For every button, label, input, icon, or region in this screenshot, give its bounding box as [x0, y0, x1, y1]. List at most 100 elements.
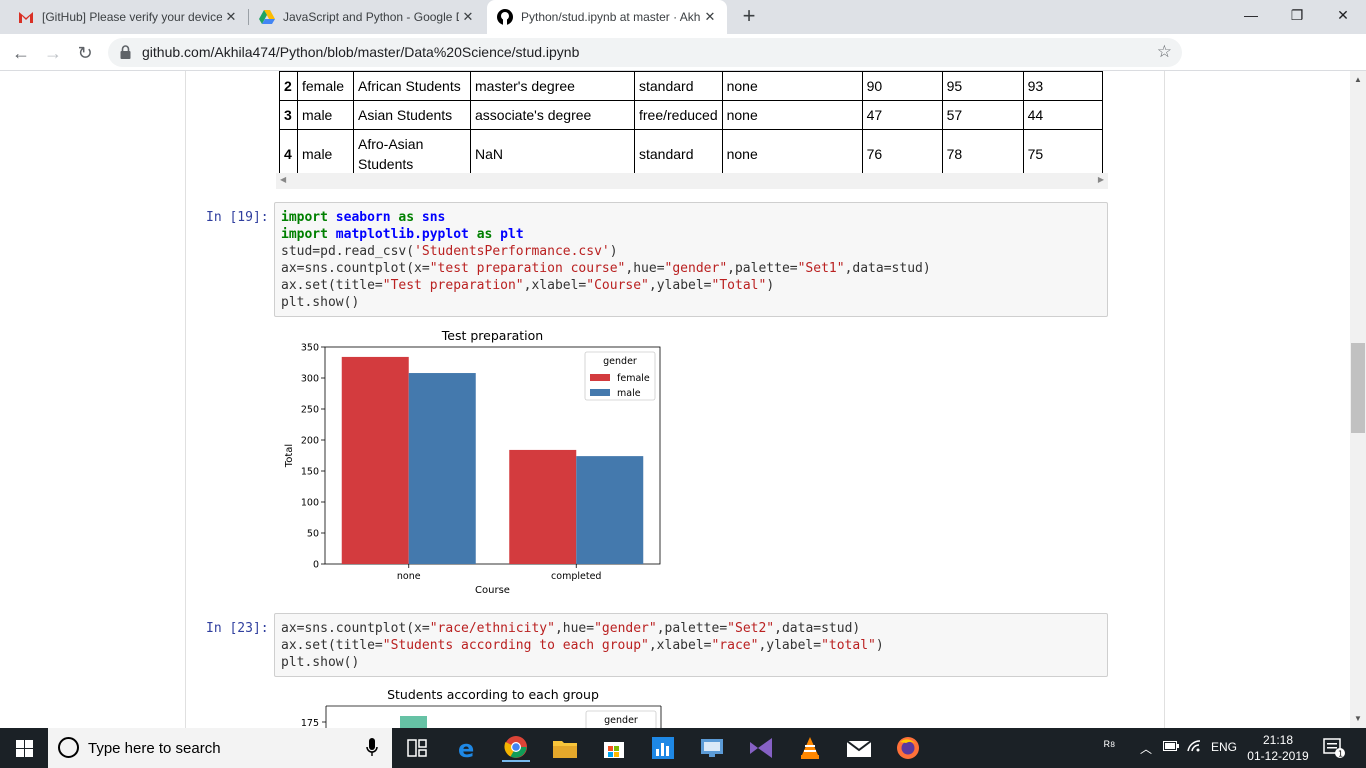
- wifi-icon[interactable]: [1187, 740, 1201, 755]
- chart-title: Test preparation: [441, 328, 543, 343]
- table-cell: African Students: [353, 71, 471, 101]
- table-cell: 78: [941, 129, 1024, 179]
- close-tab-icon[interactable]: ✕: [701, 9, 719, 25]
- x-axis-label: Course: [475, 585, 510, 596]
- close-window-button[interactable]: ✕: [1320, 0, 1366, 32]
- close-tab-icon[interactable]: ✕: [222, 9, 240, 25]
- y-tick-label: 200: [301, 436, 319, 447]
- legend-label-male: male: [617, 388, 641, 399]
- table-cell: standard: [634, 129, 723, 179]
- vlc-icon[interactable]: [796, 734, 824, 762]
- table-row: 2 female African Students master's degre…: [279, 71, 1103, 101]
- gmail-icon: [18, 9, 34, 25]
- table-cell: male: [297, 100, 354, 130]
- clock-date: 01-12-2019: [1247, 749, 1309, 763]
- table-cell: free/reduced: [634, 100, 723, 130]
- test-preparation-chart: Test preparation 0 50 100 150 200 250 300 350 non…: [284, 328, 661, 596]
- x-tick-label: none: [397, 571, 421, 582]
- taskbar-clock[interactable]: 21:18 01-12-2019: [1246, 732, 1310, 764]
- scroll-up-icon[interactable]: ▲: [1354, 75, 1362, 84]
- chart-title: Students according to each group: [387, 687, 599, 702]
- visual-studio-icon[interactable]: [747, 734, 775, 762]
- table-row: 4 male Afro-Asian Students NaN standard …: [279, 129, 1103, 179]
- back-button[interactable]: ←: [8, 40, 34, 66]
- action-center-icon[interactable]: 1: [1320, 734, 1348, 762]
- y-tick-label: 250: [301, 405, 319, 416]
- y-tick-label: 0: [313, 560, 319, 571]
- bar-female-completed: [509, 449, 577, 564]
- windows-start-icon[interactable]: [10, 734, 38, 762]
- y-tick-label: 300: [301, 374, 319, 385]
- table-cell: none: [721, 71, 863, 101]
- tab-github[interactable]: Python/stud.ipynb at master · Akhila474/…: [487, 0, 727, 34]
- code-cell[interactable]: ax=sns.countplot(x="race/ethnicity",hue=…: [274, 613, 1108, 677]
- control-panel-icon[interactable]: [698, 734, 726, 762]
- store-icon[interactable]: [600, 734, 628, 762]
- tab-drive[interactable]: JavaScript and Python - Google Drive ✕: [249, 0, 485, 34]
- table-horizontal-scrollbar[interactable]: ◀ ▶: [276, 173, 1108, 189]
- table-cell: none: [721, 129, 863, 179]
- table-cell: associate's degree: [470, 100, 635, 130]
- table-cell: female: [297, 71, 354, 101]
- y-tick-label: 100: [301, 498, 319, 509]
- people-icon[interactable]: ᴿ⁸: [1104, 738, 1115, 753]
- table-cell: 47: [861, 100, 943, 130]
- dataframe-table: 2 female African Students master's degre…: [279, 71, 1103, 179]
- table-row: 3 male Asian Students associate's degree…: [279, 100, 1103, 130]
- edge-icon[interactable]: e: [454, 734, 482, 762]
- row-index: 4: [279, 129, 298, 179]
- forward-button[interactable]: →: [40, 40, 66, 66]
- lock-icon: [120, 45, 131, 64]
- scroll-down-icon[interactable]: ▼: [1354, 714, 1362, 723]
- bar-female-none: [341, 356, 409, 564]
- chrome-icon[interactable]: [502, 734, 530, 762]
- scroll-left-icon[interactable]: ◀: [280, 175, 286, 184]
- language-indicator[interactable]: ENG: [1211, 740, 1237, 754]
- x-tick-label: completed: [551, 571, 601, 582]
- legend-title: gender: [604, 715, 638, 726]
- tab-gmail[interactable]: [GitHub] Please verify your device ✕: [8, 0, 248, 34]
- y-tick-label: 175: [301, 718, 319, 728]
- table-cell: 44: [1022, 100, 1103, 130]
- row-index: 2: [279, 71, 298, 101]
- bookmark-star-icon[interactable]: ☆: [1157, 42, 1172, 62]
- tray-chevron-icon[interactable]: ︿: [1140, 740, 1152, 757]
- restore-button[interactable]: ❐: [1274, 0, 1320, 32]
- page-vertical-scrollbar[interactable]: ▲ ▼: [1350, 71, 1366, 728]
- github-icon: [497, 9, 513, 25]
- new-tab-button[interactable]: +: [738, 4, 760, 30]
- clock-time: 21:18: [1262, 733, 1294, 747]
- table-cell: standard: [634, 71, 723, 101]
- close-tab-icon[interactable]: ✕: [459, 9, 477, 25]
- spreadsheet-app-icon[interactable]: [649, 734, 677, 762]
- table-cell: Asian Students: [353, 100, 471, 130]
- legend-swatch-male: [590, 389, 610, 396]
- search-icon: [58, 737, 79, 758]
- table-cell: 76: [861, 129, 943, 179]
- table-cell: NaN: [470, 129, 635, 179]
- file-explorer-icon[interactable]: [551, 734, 579, 762]
- cell-prompt: In [19]:: [206, 210, 269, 225]
- windows-taskbar: Type here to search e ᴿ⁸ ︿ ENG 21:18 01-…: [0, 728, 1366, 768]
- firefox-icon[interactable]: [894, 734, 922, 762]
- address-bar[interactable]: github.com/Akhila474/Python/blob/master/…: [108, 38, 1182, 67]
- bar-male-none: [408, 373, 476, 564]
- scroll-right-icon[interactable]: ▶: [1098, 175, 1104, 184]
- taskbar-search-box[interactable]: Type here to search: [48, 728, 392, 768]
- table-cell: master's degree: [470, 71, 635, 101]
- scrollbar-thumb[interactable]: [1351, 343, 1365, 433]
- reload-button[interactable]: ↻: [72, 40, 98, 66]
- table-cell: none: [721, 100, 863, 130]
- tab-title: Python/stud.ipynb at master · Akhila474/…: [521, 10, 701, 24]
- task-view-icon[interactable]: [403, 734, 431, 762]
- mail-icon[interactable]: [845, 734, 873, 762]
- battery-icon[interactable]: [1163, 740, 1179, 754]
- page-viewport: 2 female African Students master's degre…: [0, 71, 1350, 728]
- cell-prompt: In [23]:: [206, 621, 269, 636]
- notification-count: 1: [1338, 750, 1343, 759]
- code-cell[interactable]: import seaborn as sns import matplotlib.…: [274, 202, 1108, 317]
- y-tick-label: 50: [307, 529, 319, 540]
- bar-male-completed: [576, 456, 644, 564]
- microphone-icon[interactable]: [366, 738, 378, 763]
- minimize-button[interactable]: —: [1228, 0, 1274, 32]
